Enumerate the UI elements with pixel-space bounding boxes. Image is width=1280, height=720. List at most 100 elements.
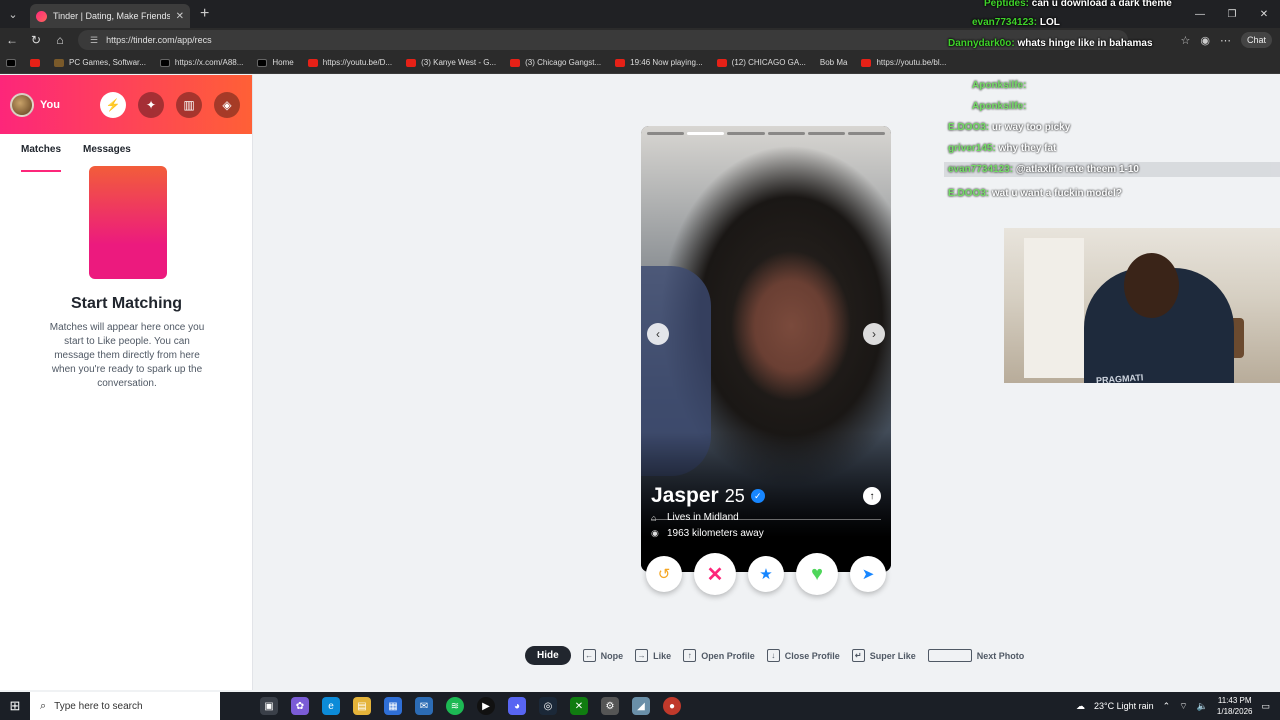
app-icon[interactable]: ◢ [632,697,650,715]
bookmark-item[interactable]: https://youtu.be/D... [307,58,392,67]
open-profile-arrow-icon[interactable]: ↑ [863,487,881,505]
task-view-icon[interactable]: ▣ [260,697,278,715]
back-arrow-icon[interactable]: ← [0,33,24,47]
steam-icon[interactable]: ◎ [539,697,557,715]
bookmark-item[interactable]: PC Games, Softwar... [54,58,146,67]
bookmark-item[interactable] [30,58,40,67]
weather-cloud-icon[interactable]: ☁ [1076,701,1085,712]
windows-start-icon[interactable]: ⊞ [0,698,30,714]
recording-app-icon[interactable]: ● [663,697,681,715]
tray-chevron-up-icon[interactable]: ⌃ [1163,701,1171,712]
reload-icon[interactable]: ↻ [24,33,48,47]
clock[interactable]: 11:43 PM 1/18/2026 [1217,695,1253,717]
webcam-background [1024,238,1084,378]
tab-close-icon[interactable]: ✕ [176,11,184,22]
file-explorer-icon[interactable]: ▤ [353,697,371,715]
sidebar-header: You ⚡ ✦ ▥ ◈ [0,75,252,134]
close-window-icon[interactable]: ✕ [1248,0,1280,28]
more-menu-icon[interactable]: ⋯ [1220,34,1231,47]
bookmark-item[interactable]: https://x.com/A88... [159,58,243,67]
settings-gear-icon[interactable]: ⚙ [601,697,619,715]
spotify-icon[interactable]: ≋ [446,697,464,715]
hint-label: Next Photo [976,650,1025,661]
xbox-icon[interactable]: ✕ [570,697,588,715]
bookmark-label: Bob Ma [819,58,848,67]
outlook-icon[interactable]: ✉ [415,697,433,715]
hint-close-profile: ↓ Close Profile [766,649,840,662]
previous-photo-chevron-icon[interactable]: ‹ [647,323,669,345]
hint-next-photo: Next Photo [927,649,1025,662]
tab-messages[interactable]: Messages [83,144,131,166]
maximize-icon[interactable]: ❐ [1216,0,1248,28]
chat-message-highlighted: evan7734123: @atlaxlife rate theem 1-10 [944,162,1280,177]
bookmarks-bar: PC Games, Softwar... https://x.com/A88..… [0,52,1280,74]
discord-icon[interactable]: ◕ [508,697,526,715]
next-photo-chevron-icon[interactable]: › [863,323,885,345]
weather-text[interactable]: 23°C Light rain [1094,701,1154,711]
bookmark-label: Home [272,58,294,67]
tab-matches[interactable]: Matches [21,144,62,172]
taskbar-search[interactable]: ⌕ Type here to search [30,692,220,720]
swipe-actions: ↺ ✕ ★ ♥ ➤ [641,552,891,596]
chat-text: can u download a dark theme [1031,0,1172,9]
distance-row: ◉ 1963 kilometers away [651,528,764,539]
bookmark-favicon-icon [30,58,40,67]
profile-card[interactable]: ‹ › Jasper 25 ✓ ↑ ⌂ Lives in Midland ◉ 1… [641,126,891,572]
bookmark-favicon-icon [54,58,64,67]
boost-bolt-icon[interactable]: ⚡ [100,91,126,118]
chat-text: LOL [1039,17,1060,28]
notifications-icon[interactable]: ▭ [1261,701,1270,712]
chat-message: Dannydark0o: whats hinge like in bahamas [948,38,1153,49]
bookmarks-icon[interactable] [6,58,16,67]
safety-shield-icon[interactable]: ◈ [214,91,240,118]
bookmark-item[interactable]: Home [257,58,294,67]
home-icon[interactable]: ⌂ [48,33,72,47]
bookmark-item[interactable]: (3) Kanye West - G... [406,58,496,67]
chat-button[interactable]: Chat [1240,32,1272,48]
hide-hints-button[interactable]: Hide [525,646,571,665]
webcam-person-head [1124,253,1179,318]
profile-icon[interactable]: ◉ [1200,34,1210,47]
site-info-icon[interactable]: ☰ [90,35,98,46]
sidebar-header-icons: ⚡ ✦ ▥ ◈ [100,91,252,118]
lives-in-text: Lives in Midland [667,512,739,523]
browser-tab-tinder[interactable]: Tinder | Dating, Make Friends & M... ✕ [30,4,190,28]
bookmark-item[interactable]: 19:46 Now playing... [615,58,703,67]
chat-username: E.DOO3: [948,122,990,133]
bookmark-item[interactable]: (3) Chicago Gangst... [510,58,601,67]
keyboard-hints: Hide ← Nope → Like ↑ Open Profile ↓ Close Pr… [525,646,1024,665]
photo-progress-segment [727,132,765,135]
chat-message: Aponksilfe: [972,101,1026,112]
explore-compass-icon[interactable]: ✦ [138,91,164,118]
tab-list-chevron-icon[interactable]: ⌄ [2,3,24,25]
avatar[interactable] [10,92,34,117]
favorites-star-icon[interactable]: ☆ [1181,34,1191,47]
chat-message: evan7734123: LOL [972,17,1060,28]
super-like-star-icon[interactable]: ★ [748,556,784,592]
bookmark-item[interactable]: https://youtu.be/bl... [861,58,946,67]
volume-icon[interactable]: 🔈 [1197,701,1208,712]
edge-icon[interactable]: e [322,697,340,715]
new-tab-plus-icon[interactable]: + [200,5,209,23]
gift-icon[interactable]: ▥ [176,91,202,118]
chat-username: Peptides: [984,0,1030,9]
chat-username: evan7734123: [972,17,1038,28]
you-label[interactable]: You [40,99,60,111]
network-icon[interactable]: ⌔ [1179,701,1187,712]
nope-x-icon[interactable]: ✕ [694,553,736,595]
boost-send-icon[interactable]: ➤ [850,556,886,592]
rewind-icon[interactable]: ↺ [646,556,682,592]
like-heart-icon[interactable]: ♥ [796,553,838,595]
chat-message: E.DOO3: ur way too picky [948,122,1070,133]
search-placeholder: Type here to search [54,700,143,712]
media-player-icon[interactable]: ▶ [477,697,495,715]
chat-text: @atlaxlife rate theem 1-10 [1015,164,1139,175]
bookmark-item[interactable]: (12) CHICAGO GA... [716,58,806,67]
webcam-overlay: PRAGMATI [1004,228,1280,383]
bookmark-item[interactable]: Bob Ma [820,58,848,67]
up-key-icon: ↑ [683,649,697,662]
copilot-icon[interactable]: ✿ [291,697,309,715]
chat-text: whats hinge like in bahamas [1017,38,1153,49]
minimize-icon[interactable]: — [1184,0,1216,28]
store-icon[interactable]: ▦ [384,697,402,715]
